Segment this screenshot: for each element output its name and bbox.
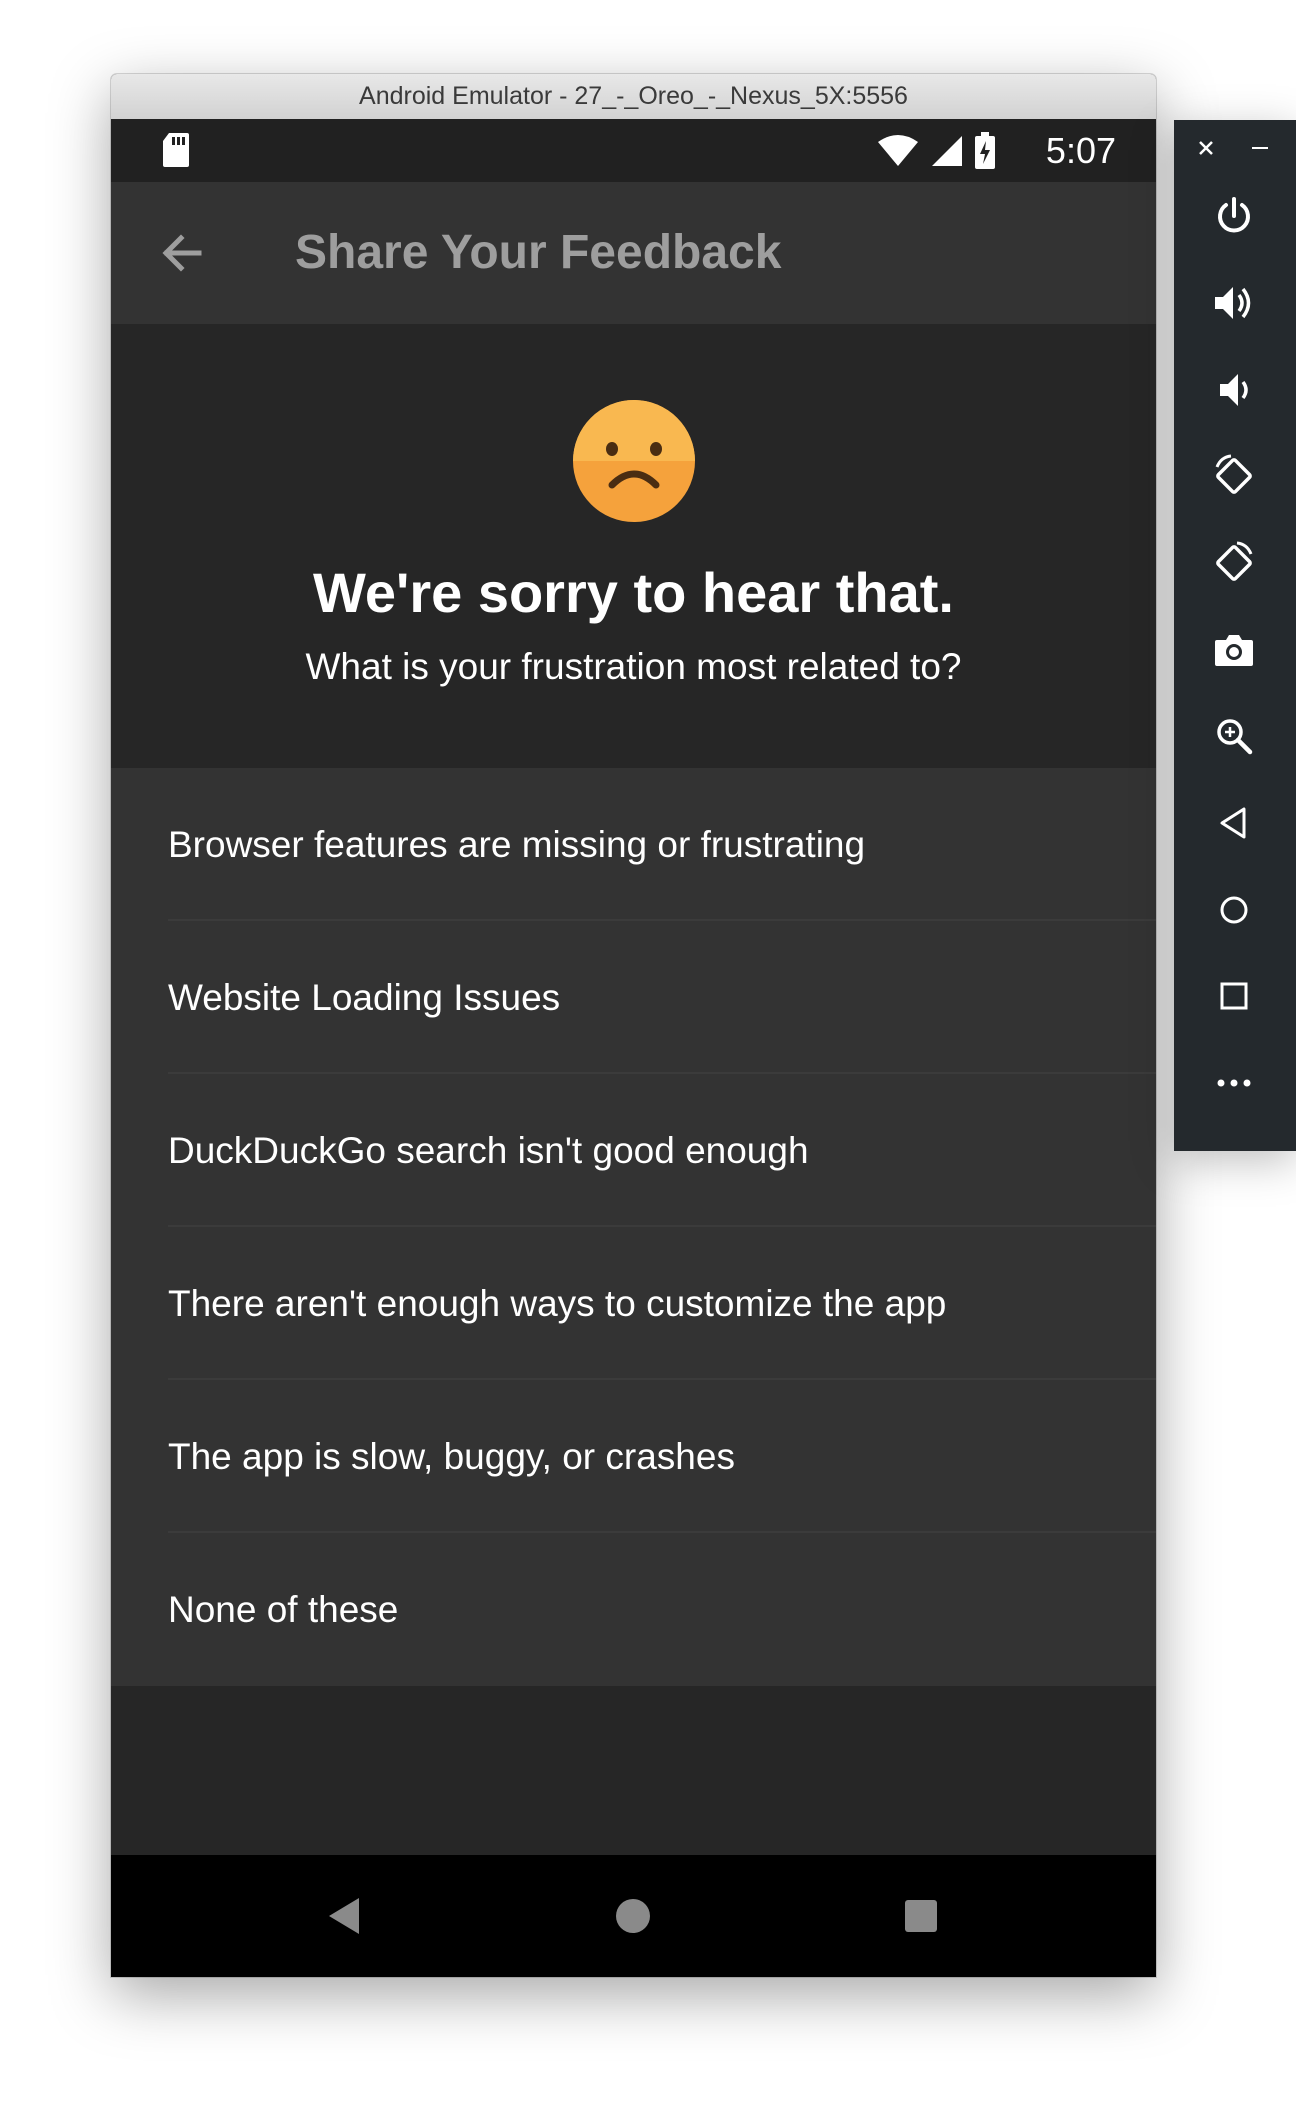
- app-bar: Share Your Feedback: [111, 182, 1156, 324]
- option-search-quality[interactable]: DuckDuckGo search isn't good enough: [111, 1074, 1156, 1227]
- volume-down-icon[interactable]: [1204, 360, 1264, 420]
- option-label: There aren't enough ways to customize th…: [168, 1283, 947, 1324]
- feedback-header: We're sorry to hear that. What is your f…: [111, 324, 1156, 768]
- sd-card-icon: [163, 133, 189, 167]
- emulator-control-panel: [1174, 120, 1296, 1151]
- option-label: Website Loading Issues: [168, 977, 561, 1018]
- emulator-window: Android Emulator - 27_-_Oreo_-_Nexus_5X:…: [111, 74, 1156, 1977]
- option-label: DuckDuckGo search isn't good enough: [168, 1130, 809, 1171]
- status-bar: 5:07: [111, 119, 1156, 182]
- option-website-loading[interactable]: Website Loading Issues: [111, 921, 1156, 1074]
- window-title: Android Emulator - 27_-_Oreo_-_Nexus_5X:…: [359, 82, 908, 110]
- rotate-left-icon[interactable]: [1204, 446, 1264, 506]
- panel-header: [1174, 120, 1296, 176]
- status-icons: [876, 131, 996, 171]
- option-app-performance[interactable]: The app is slow, buggy, or crashes: [111, 1380, 1156, 1533]
- frustration-options-list: Browser features are missing or frustrat…: [111, 768, 1156, 1686]
- nav-back-icon[interactable]: [321, 1892, 369, 1940]
- overview-icon[interactable]: [1204, 966, 1264, 1026]
- volume-up-icon[interactable]: [1204, 273, 1264, 333]
- wifi-icon: [878, 135, 918, 166]
- camera-icon[interactable]: [1204, 620, 1264, 680]
- battery-charging-icon: [975, 132, 995, 169]
- power-icon[interactable]: [1204, 186, 1264, 246]
- nav-recents-icon[interactable]: [897, 1892, 945, 1940]
- window-titlebar: Android Emulator - 27_-_Oreo_-_Nexus_5X:…: [111, 74, 1156, 120]
- page-title: Share Your Feedback: [295, 226, 782, 279]
- home-icon[interactable]: [1204, 880, 1264, 940]
- option-label: None of these: [168, 1589, 399, 1630]
- back-arrow-icon[interactable]: [155, 226, 209, 280]
- back-icon[interactable]: [1204, 793, 1264, 853]
- frustration-question: What is your frustration most related to…: [305, 646, 962, 687]
- option-label: Browser features are missing or frustrat…: [168, 824, 866, 865]
- option-label: The app is slow, buggy, or crashes: [168, 1436, 735, 1477]
- option-customization[interactable]: There aren't enough ways to customize th…: [111, 1227, 1156, 1380]
- cell-signal-icon: [932, 136, 962, 166]
- rotate-right-icon[interactable]: [1204, 533, 1264, 593]
- android-nav-bar: [111, 1855, 1156, 1977]
- sorry-heading: We're sorry to hear that.: [313, 561, 954, 624]
- option-none[interactable]: None of these: [111, 1533, 1156, 1686]
- close-icon[interactable]: [1196, 138, 1216, 158]
- zoom-icon[interactable]: [1204, 706, 1264, 766]
- minimize-icon[interactable]: [1252, 147, 1268, 149]
- option-browser-features[interactable]: Browser features are missing or frustrat…: [111, 768, 1156, 921]
- nav-home-icon[interactable]: [609, 1892, 657, 1940]
- more-icon[interactable]: [1204, 1053, 1264, 1113]
- status-clock: 5:07: [1045, 130, 1116, 171]
- frowning-face-icon: [573, 400, 695, 522]
